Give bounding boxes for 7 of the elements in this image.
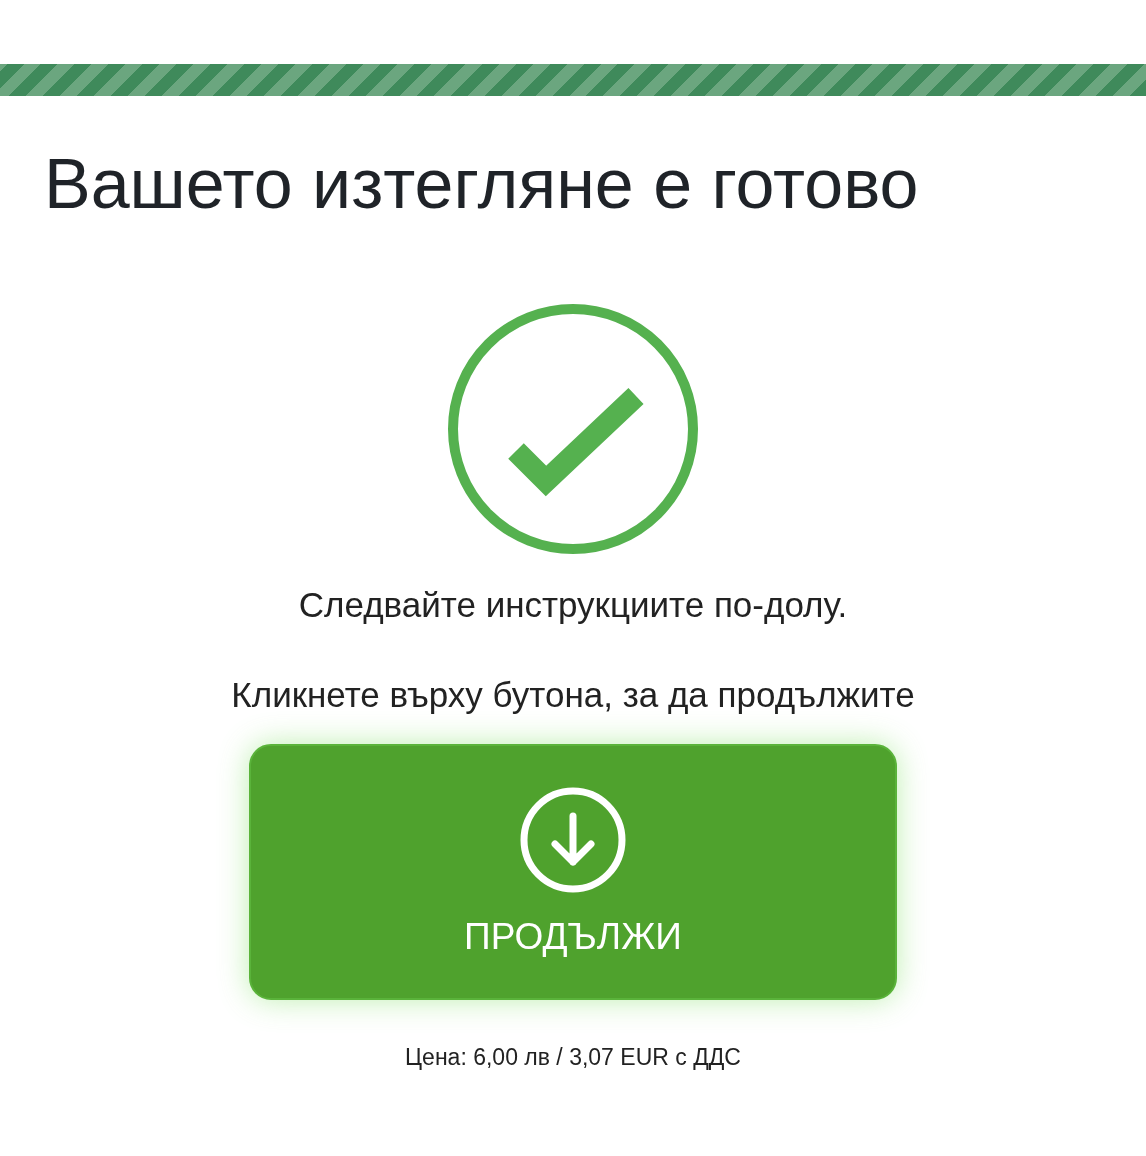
checkmark-circle-icon [448, 304, 698, 554]
instructions-text: Следвайте инструкциите по-долу. [298, 584, 848, 626]
prompt-text: Кликнете върху бутона, за да продължите [231, 674, 915, 716]
download-icon [519, 786, 627, 894]
page-title: Вашето изтегляне е готово [44, 144, 920, 225]
price-text: Цена: 6,00 лв / 3,07 EUR с ДДС [405, 1044, 741, 1071]
continue-button[interactable]: ПРОДЪЛЖИ [249, 744, 897, 1000]
